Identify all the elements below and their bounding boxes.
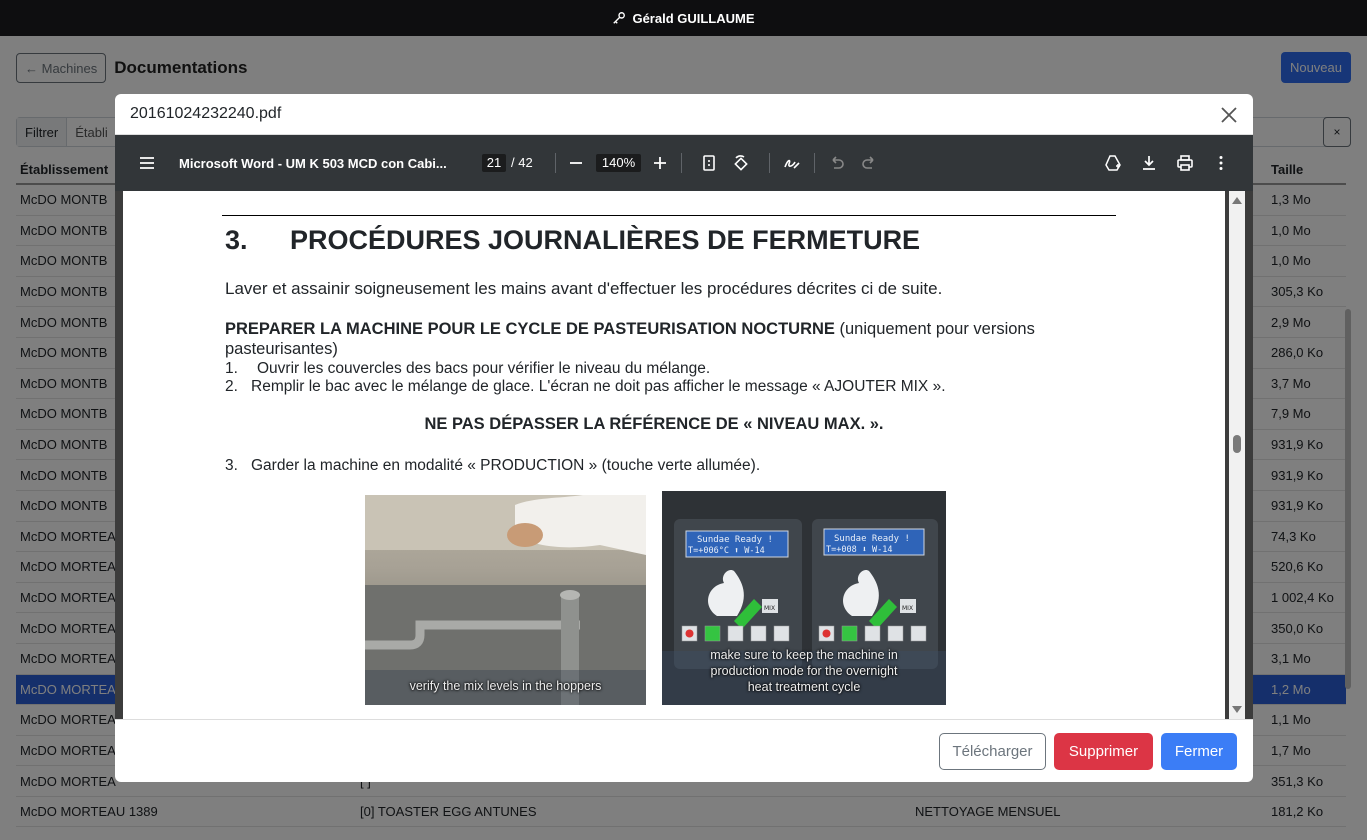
rotate-icon[interactable]: [729, 151, 753, 175]
zoom-out-icon[interactable]: [564, 151, 588, 175]
download-icon[interactable]: [1137, 151, 1161, 175]
page-total: / 42: [511, 155, 533, 170]
section-number: 3.: [225, 225, 248, 255]
delete-button[interactable]: Supprimer: [1054, 733, 1153, 770]
prep-heading: PREPARER LA MACHINE POUR LE CYCLE DE PAS…: [225, 320, 835, 338]
list-item-1: Ouvrir les couvercles des bacs pour véri…: [257, 360, 711, 377]
user-name: Gérald GUILLAUME: [632, 10, 755, 26]
menu-icon[interactable]: [135, 151, 159, 175]
list-number-1: 1.: [225, 360, 238, 377]
pdf-doc-title: Microsoft Word - UM K 503 MCD con Cabi..…: [179, 155, 447, 171]
draw-icon[interactable]: [780, 151, 804, 175]
pdf-page: 3. PROCÉDURES JOURNALIÈRES DE FERMETURE …: [123, 191, 1225, 719]
photo-mix-hopper: verify the mix levels in the hoppers: [365, 495, 646, 705]
zoom-level-input[interactable]: 140%: [596, 154, 641, 172]
top-bar: Gérald GUILLAUME: [0, 0, 1367, 36]
photo-mix-hopper-illustration: [365, 495, 646, 705]
undo-icon[interactable]: [825, 151, 849, 175]
zoom-in-icon[interactable]: [648, 151, 672, 175]
page-number-input[interactable]: 21: [482, 154, 506, 172]
pdf-toolbar: Microsoft Word - UM K 503 MCD con Cabi..…: [115, 135, 1253, 191]
list-number-2: 2.: [225, 378, 238, 395]
intro-paragraph: Laver et assainir soigneusement les main…: [225, 279, 943, 298]
section-title: PROCÉDURES JOURNALIÈRES DE FERMETURE: [290, 225, 921, 255]
header-rule: [222, 215, 1116, 216]
warning-text: NE PAS DÉPASSER LA RÉFÉRENCE DE « NIVEAU…: [424, 415, 884, 433]
lcd-left-line2: T=+006°C ⬆ W-14: [688, 546, 765, 556]
close-icon[interactable]: [1217, 103, 1241, 127]
pdf-scrollbar[interactable]: [1229, 191, 1245, 719]
list-number-3: 3.: [225, 457, 238, 474]
list-item-2: Remplir le bac avec le mélange de glace.…: [251, 378, 946, 395]
photo2-caption: make sure to keep the machine in product…: [710, 648, 898, 694]
pdf-modal: 20161024232240.pdf Microsoft Word - UM K…: [115, 94, 1253, 782]
lcd-right-line2: T=+008 ⬇ W-14: [826, 545, 893, 555]
download-button[interactable]: Télécharger: [939, 733, 1046, 770]
lcd-right-line1: Sundae Ready !: [834, 534, 910, 544]
modal-filename: 20161024232240.pdf: [130, 105, 282, 122]
more-options-icon[interactable]: [1209, 151, 1233, 175]
modal-footer: Télécharger Supprimer Fermer: [115, 719, 1253, 782]
pdf-viewer: Microsoft Word - UM K 503 MCD con Cabi..…: [115, 135, 1253, 719]
print-icon[interactable]: [1173, 151, 1197, 175]
fit-page-icon[interactable]: [697, 151, 721, 175]
list-item-3: Garder la machine en modalité « PRODUCTI…: [251, 457, 761, 474]
prep-paragraph: PREPARER LA MACHINE POUR LE CYCLE DE PAS…: [225, 319, 1095, 359]
add-to-drive-icon[interactable]: [1101, 151, 1125, 175]
photo-control-panel: Sundae Ready ! T=+006°C ⬆ W-14 Sundae Re…: [662, 491, 946, 705]
key-icon: [613, 12, 626, 24]
modal-header: 20161024232240.pdf: [115, 94, 1253, 135]
photo1-caption: verify the mix levels in the hoppers: [409, 679, 602, 693]
mix-button-right-label: MIX: [902, 605, 913, 612]
redo-icon[interactable]: [857, 151, 881, 175]
lcd-left-line1: Sundae Ready !: [697, 535, 773, 545]
close-button[interactable]: Fermer: [1161, 733, 1237, 770]
mix-button-left-label: MIX: [764, 605, 775, 612]
